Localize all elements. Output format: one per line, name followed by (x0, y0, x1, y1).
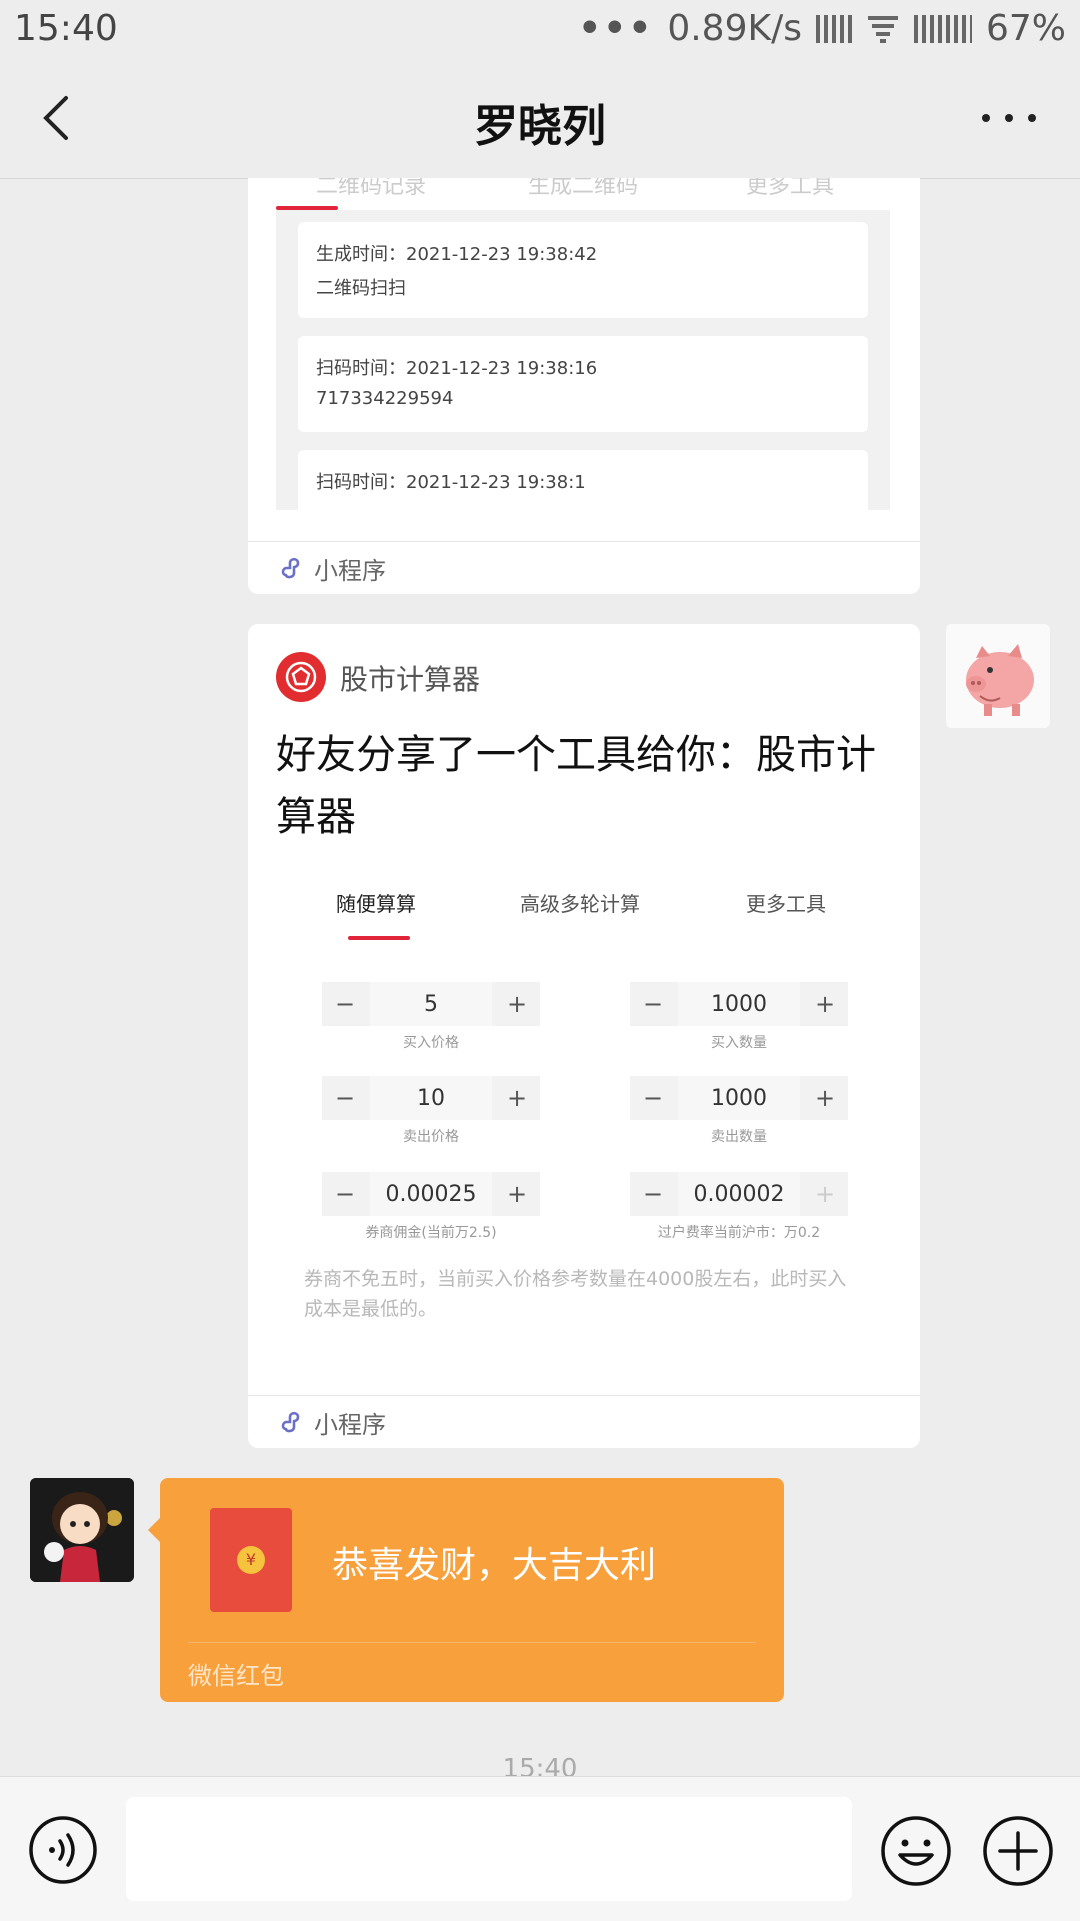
sell-price-stepper: − 10 + (322, 1076, 540, 1120)
plus-button: + (814, 1084, 836, 1112)
minus-button: − (334, 1180, 356, 1208)
red-envelope-icon: ¥ (210, 1508, 292, 1612)
mini-program-card-stock[interactable]: 股市计算器 好友分享了一个工具给你：股市计算器 随便算算 高级多轮计算 更多工具… (248, 624, 920, 1448)
stepper-value: 0.00002 (678, 1172, 800, 1216)
mini-program-app-name: 股市计算器 (340, 663, 481, 696)
minus-button: − (642, 1084, 664, 1112)
record-content: 717334229594 (316, 388, 454, 409)
coin-icon: ¥ (237, 1546, 265, 1574)
battery-level: 67% (985, 8, 1066, 49)
record-content: 二维码扫扫 (316, 278, 406, 299)
card1-tabs: 二维码记录 生成二维码 更多工具 (248, 178, 920, 208)
status-time: 15:40 (14, 8, 118, 49)
mini-program-label: 小程序 (314, 556, 386, 585)
status-bar: 15:40 ••• 0.89K/s 67% (0, 0, 1080, 60)
stepper-label: 券商佣金(当前万2.5) (365, 1225, 497, 1241)
transfer-fee-stepper: − 0.00002 + (630, 1172, 848, 1216)
stepper-label: 买入数量 (711, 1035, 767, 1051)
stepper-value: 10 (370, 1076, 492, 1120)
calculator-tabs: 随便算算 高级多轮计算 更多工具 (248, 888, 920, 928)
signal-icon-2 (913, 14, 972, 43)
active-tab-underline (348, 936, 410, 940)
status-right: ••• 0.89K/s 67% (578, 8, 1066, 49)
status-more-dots: ••• (578, 8, 654, 49)
red-packet-label: 微信红包 (188, 1662, 284, 1690)
card-share-title: 好友分享了一个工具给你：股市计算器 (276, 732, 876, 840)
plus-icon[interactable] (982, 1815, 1054, 1887)
qr-record: 扫码时间：2021-12-23 19:38:16 717334229594 (298, 336, 868, 432)
minus-button: − (334, 990, 356, 1018)
avatar-self[interactable] (946, 624, 1050, 728)
minus-button: − (334, 1084, 356, 1112)
mini-program-footer: 小程序 (248, 541, 920, 594)
stock-app-logo-icon (276, 652, 326, 702)
stepper-label: 过户费率当前沪市：万0.2 (657, 1225, 821, 1241)
red-packet-message[interactable]: ¥ 恭喜发财，大吉大利 微信红包 (148, 1478, 784, 1702)
qr-record-list: 生成时间：2021-12-23 19:38:42 二维码扫扫 扫码时间：2021… (276, 210, 890, 510)
mini-program-icon (281, 1411, 300, 1433)
signal-icon (815, 14, 852, 43)
divider (188, 1642, 756, 1643)
tab-advanced-calc: 高级多轮计算 (520, 892, 640, 916)
minus-button: − (642, 1180, 664, 1208)
buy-quantity-stepper: − 1000 + (630, 982, 848, 1026)
qr-record: 扫码时间：2021-12-23 19:38:1 (298, 450, 868, 510)
pig-avatar-image (946, 624, 1050, 728)
plus-button: + (506, 1180, 528, 1208)
card1-tab: 更多工具 (746, 178, 835, 199)
record-time: 扫码时间：2021-12-23 19:38:1 (316, 472, 586, 493)
stepper-value: 0.00025 (370, 1172, 492, 1216)
mini-program-card-qr[interactable]: 二维码记录 生成二维码 更多工具 生成时间：2021-12-23 19:38:4… (248, 178, 920, 594)
sell-quantity-stepper: − 1000 + (630, 1076, 848, 1120)
stepper-value: 5 (370, 982, 492, 1026)
tab-more-tools: 更多工具 (746, 892, 826, 916)
tab-simple-calc: 随便算算 (336, 892, 416, 916)
record-time: 生成时间：2021-12-23 19:38:42 (316, 244, 598, 265)
card1-tab: 二维码记录 (316, 178, 427, 199)
minus-button: − (642, 990, 664, 1018)
chat-navbar: 罗晓列 (0, 60, 1080, 179)
more-icon[interactable] (974, 88, 1044, 148)
chat-title: 罗晓列 (474, 101, 606, 152)
mini-program-icon (281, 557, 300, 579)
plus-button: + (814, 1180, 836, 1208)
record-time: 扫码时间：2021-12-23 19:38:16 (316, 358, 598, 379)
calculator-note: 券商不免五时，当前买入价格参考数量在4000股左右，此时买入成本是最低的。 (304, 1268, 847, 1320)
chat-input-bar (0, 1776, 1080, 1921)
plus-button: + (814, 990, 836, 1018)
emoji-icon[interactable] (880, 1815, 952, 1887)
wifi-icon (867, 15, 898, 43)
stepper-label: 卖出价格 (403, 1129, 459, 1145)
plus-button: + (506, 990, 528, 1018)
red-packet-greeting: 恭喜发财，大吉大利 (332, 1545, 657, 1586)
stepper-label: 卖出数量 (711, 1129, 767, 1145)
mini-program-label: 小程序 (314, 1410, 386, 1439)
commission-stepper: − 0.00025 + (322, 1172, 540, 1216)
girl-avatar-image (30, 1478, 134, 1582)
mini-program-footer: 小程序 (248, 1395, 920, 1448)
avatar-contact[interactable] (30, 1478, 134, 1582)
card1-tab: 生成二维码 (528, 178, 639, 199)
voice-icon[interactable] (28, 1815, 98, 1885)
stepper-label: 买入价格 (403, 1035, 459, 1051)
stepper-value: 1000 (678, 982, 800, 1026)
message-input[interactable] (126, 1797, 852, 1901)
network-speed: 0.89K/s (667, 8, 802, 49)
plus-button: + (506, 1084, 528, 1112)
buy-price-stepper: − 5 + (322, 982, 540, 1026)
stepper-value: 1000 (678, 1076, 800, 1120)
qr-record: 生成时间：2021-12-23 19:38:42 二维码扫扫 (298, 222, 868, 318)
